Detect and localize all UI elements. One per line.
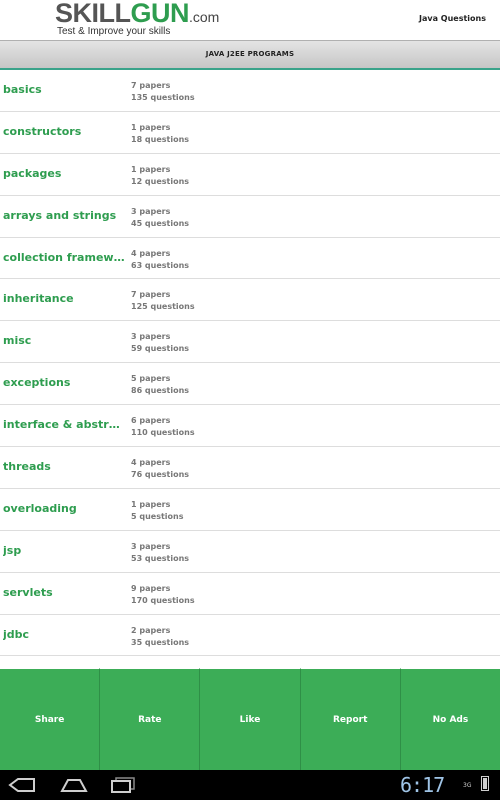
topic-row-basics[interactable]: basics 7 papers 135 questions bbox=[0, 70, 500, 112]
topic-papers-count: 6 papers bbox=[131, 416, 171, 426]
logo-gun-text: GUN bbox=[130, 0, 190, 28]
topic-row-servlets[interactable]: servlets 9 papers 170 questions bbox=[0, 572, 500, 615]
topic-questions-count: 45 questions bbox=[131, 218, 190, 228]
home-icon[interactable] bbox=[60, 777, 88, 797]
topic-papers-count: 3 papers bbox=[131, 541, 171, 551]
topic-row-inheritance[interactable]: inheritance 7 papers 125 questions bbox=[0, 279, 500, 322]
topic-questions-count: 59 questions bbox=[131, 344, 190, 354]
action-bar: Share Rate Like Report No Ads bbox=[0, 668, 500, 770]
topic-papers-count: 1 papers bbox=[131, 499, 171, 509]
topic-row-threads[interactable]: threads 4 papers 76 questions bbox=[0, 447, 500, 489]
topic-row-interface-and-abstract[interactable]: interface & abstract... 6 papers 110 que… bbox=[0, 405, 500, 448]
topic-questions-count: 5 questions bbox=[131, 511, 184, 521]
topic-title: overloading bbox=[3, 501, 77, 515]
no-ads-button[interactable]: No Ads bbox=[400, 668, 500, 770]
network-indicator: 3G bbox=[463, 782, 472, 789]
topic-questions-count: 125 questions bbox=[131, 302, 195, 312]
page-title: Java Questions bbox=[419, 14, 486, 23]
topic-papers-count: 7 papers bbox=[131, 81, 171, 90]
topic-papers-count: 9 papers bbox=[131, 583, 171, 593]
topic-title: jsp bbox=[3, 543, 22, 557]
rate-button[interactable]: Rate bbox=[100, 668, 201, 770]
topic-title: interface & abstract... bbox=[3, 418, 125, 432]
topic-row-arrays-and-strings[interactable]: arrays and strings 3 papers 45 questions bbox=[0, 195, 500, 238]
topic-row-constructors[interactable]: constructors 1 papers 18 questions bbox=[0, 111, 500, 154]
topic-title: threads bbox=[3, 460, 51, 474]
logo-skill-text: SKILL bbox=[55, 0, 131, 28]
topic-questions-count: 53 questions bbox=[131, 553, 190, 563]
topic-title: exceptions bbox=[3, 376, 71, 390]
topic-papers-count: 4 papers bbox=[131, 458, 171, 468]
topic-title: collection framework bbox=[3, 250, 125, 264]
topic-title: constructors bbox=[3, 124, 82, 138]
topic-row-exceptions[interactable]: exceptions 5 papers 86 questions bbox=[0, 363, 500, 406]
report-button[interactable]: Report bbox=[300, 668, 401, 770]
topic-questions-count: 76 questions bbox=[131, 470, 190, 480]
topic-title: servlets bbox=[3, 585, 53, 599]
topic-title: basics bbox=[3, 83, 42, 96]
topic-row-overloading[interactable]: overloading 1 papers 5 questions bbox=[0, 488, 500, 531]
topic-row-collection-framework[interactable]: collection framework 4 papers 63 questio… bbox=[0, 237, 500, 280]
share-button[interactable]: Share bbox=[0, 668, 101, 770]
section-title: JAVA J2EE PROGRAMS bbox=[0, 40, 500, 70]
topic-title: inheritance bbox=[3, 292, 74, 306]
recent-apps-icon[interactable] bbox=[110, 777, 138, 797]
topic-questions-count: 12 questions bbox=[131, 176, 190, 186]
logo-domain-text: .com bbox=[189, 9, 220, 25]
topic-list: basics 7 papers 135 questions constructo… bbox=[0, 70, 500, 668]
topic-questions-count: 86 questions bbox=[131, 386, 190, 396]
topic-questions-count: 35 questions bbox=[131, 637, 190, 647]
topic-papers-count: 5 papers bbox=[131, 374, 171, 384]
topic-questions-count: 63 questions bbox=[131, 260, 190, 270]
topic-questions-count: 170 questions bbox=[131, 595, 195, 605]
topic-papers-count: 7 papers bbox=[131, 290, 171, 300]
status-clock: 6:17 bbox=[400, 773, 445, 797]
topic-row-packages[interactable]: packages 1 papers 12 questions bbox=[0, 153, 500, 196]
topic-title: arrays and strings bbox=[3, 208, 117, 222]
logo-tagline: Test & Improve your skills bbox=[57, 26, 171, 37]
topic-questions-count: 110 questions bbox=[131, 428, 195, 438]
topic-papers-count: 4 papers bbox=[131, 248, 171, 258]
topic-papers-count: 1 papers bbox=[131, 164, 171, 174]
app-header: SKILLGUN.com Test & Improve your skills … bbox=[0, 0, 500, 40]
topic-questions-count: 135 questions bbox=[131, 93, 195, 102]
system-nav-bar: 6:17 3G bbox=[0, 770, 500, 800]
back-icon[interactable] bbox=[8, 777, 36, 797]
topic-papers-count: 2 papers bbox=[131, 625, 171, 635]
like-button[interactable]: Like bbox=[200, 668, 301, 770]
topic-title: misc bbox=[3, 334, 32, 348]
topic-title: packages bbox=[3, 166, 62, 180]
topic-title: jdbc bbox=[3, 627, 30, 641]
topic-papers-count: 3 papers bbox=[131, 332, 171, 342]
topic-row-misc[interactable]: misc 3 papers 59 questions bbox=[0, 321, 500, 364]
topic-row-jdbc[interactable]: jdbc 2 papers 35 questions bbox=[0, 614, 500, 657]
topic-questions-count: 18 questions bbox=[131, 134, 190, 144]
topic-row-jsp[interactable]: jsp 3 papers 53 questions bbox=[0, 530, 500, 573]
topic-papers-count: 1 papers bbox=[131, 122, 171, 132]
topic-papers-count: 3 papers bbox=[131, 206, 171, 216]
battery-icon bbox=[481, 776, 489, 791]
